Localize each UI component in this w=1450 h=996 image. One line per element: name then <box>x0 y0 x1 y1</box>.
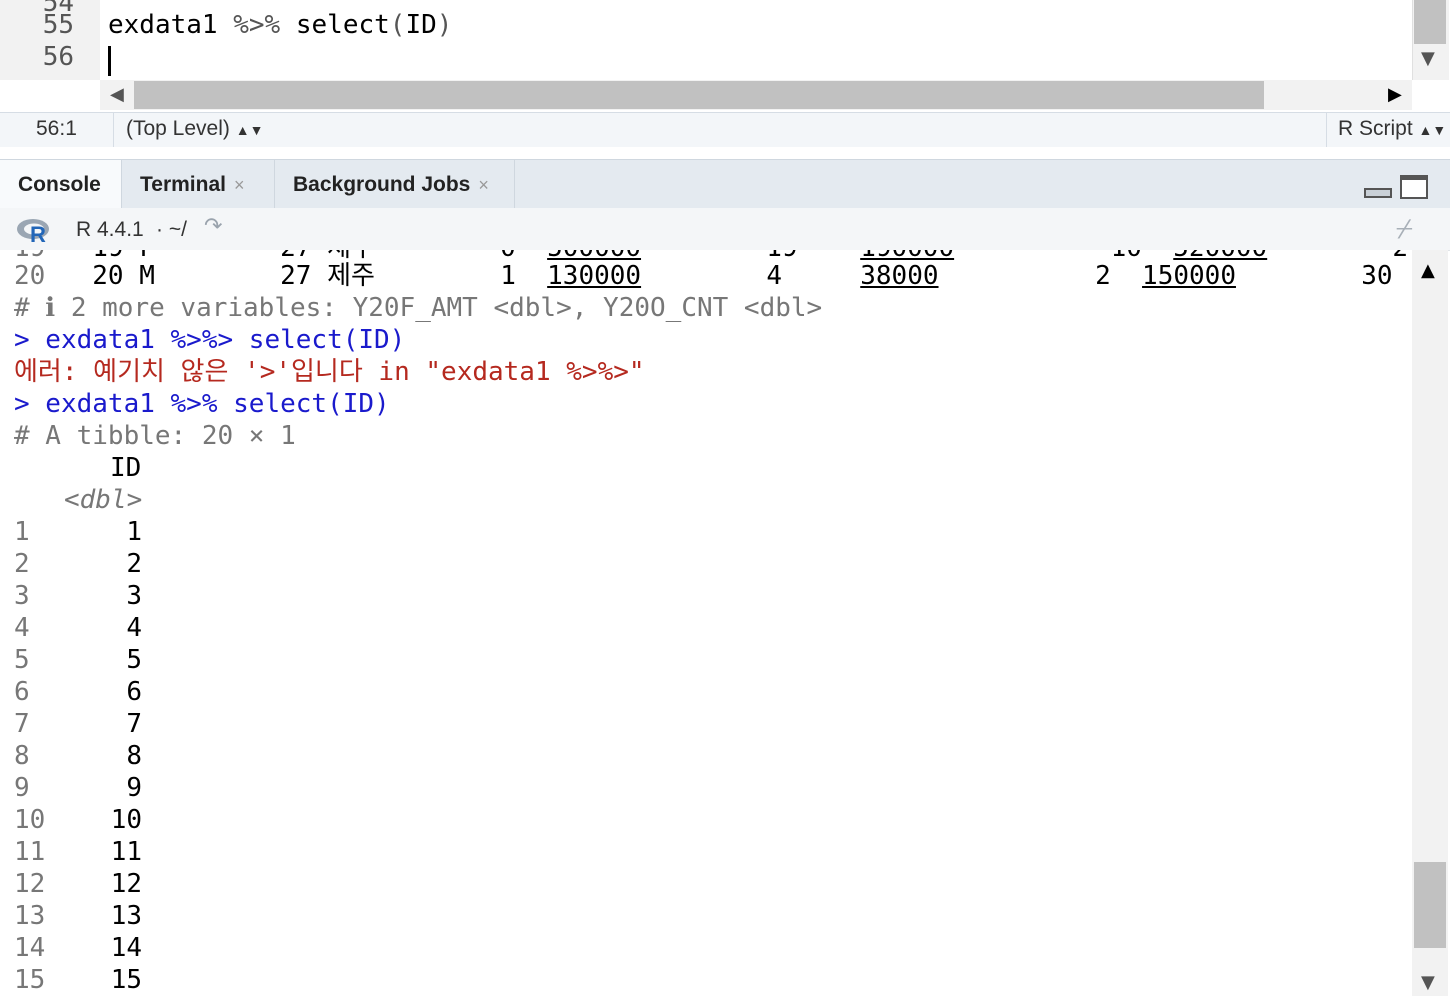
tab-terminal[interactable]: Terminal × <box>122 160 275 208</box>
tab-label: Terminal <box>140 173 226 196</box>
scroll-up-arrow-icon[interactable]: ▲ <box>1421 260 1435 281</box>
console-error: 에러: 예기치 않은 '>'입니다 in "exdata1 %>%>" <box>14 357 645 387</box>
filetype-selector[interactable]: R Script ▲▼ <box>1338 117 1446 141</box>
scroll-down-arrow-icon[interactable]: ▼ <box>1421 972 1435 993</box>
divider <box>113 113 114 147</box>
r-logo-icon: R <box>17 219 49 244</box>
row-value: 1 <box>126 517 142 547</box>
clear-console-broom-icon[interactable]: ⌿ <box>1396 212 1413 246</box>
row-value: 2 <box>126 549 142 579</box>
scope-label: (Top Level) <box>126 117 230 140</box>
editor-status-bar: 56:1 (Top Level) ▲▼ R Script ▲▼ <box>0 112 1450 148</box>
code-argument: ID <box>405 10 437 40</box>
row-value: 7 <box>126 709 142 739</box>
row-value: 4 <box>126 613 142 643</box>
code-line-55[interactable]: exdata1 %>% select(ID) <box>108 10 452 40</box>
updown-arrows-icon: ▲▼ <box>1418 122 1447 138</box>
row-value: 11 <box>110 837 142 867</box>
row-value: 10 <box>110 805 142 835</box>
code-paren: ) <box>436 10 453 40</box>
scroll-left-arrow-icon[interactable]: ◀ <box>110 84 124 105</box>
console-command: > exdata1 %>% select(ID) <box>14 389 390 419</box>
minimize-pane-icon[interactable] <box>1364 188 1392 198</box>
code-object: exdata1 <box>108 10 218 40</box>
close-tab-icon[interactable]: × <box>478 175 489 195</box>
working-directory[interactable]: · ~/ <box>156 218 187 242</box>
console-toolbar: R R 4.4.1 · ~/ ↷ ⌿ <box>0 208 1450 251</box>
row-value: 6 <box>126 677 142 707</box>
filetype-label: R Script <box>1338 117 1413 140</box>
text-cursor <box>108 46 111 76</box>
column-type: <dbl> <box>64 485 143 515</box>
row-value: 3 <box>126 581 142 611</box>
scope-selector[interactable]: (Top Level) ▲▼ <box>126 117 263 141</box>
cursor-position: 56:1 <box>36 117 77 140</box>
svg-text:R: R <box>30 222 46 244</box>
column-name: ID <box>110 453 142 483</box>
row-value: 9 <box>126 773 142 803</box>
editor-vertical-scroll-thumb[interactable] <box>1414 0 1446 44</box>
r-version: R 4.4.1 <box>76 218 144 241</box>
line-number: 56 <box>42 42 74 72</box>
tab-background-jobs[interactable]: Background Jobs × <box>275 160 515 208</box>
row-value: 14 <box>110 933 142 963</box>
source-editor[interactable]: 54 55 56 exdata1 %>% select(ID) ▼ ◀ ▶ <box>0 0 1450 112</box>
tab-console[interactable]: Console <box>0 160 122 208</box>
tab-label: Background Jobs <box>293 173 471 196</box>
tibble-header: # A tibble: 20 × 1 <box>14 421 296 451</box>
line-number-gutter: 54 55 56 <box>0 0 100 80</box>
console-command: > exdata1 %>%> select(ID) <box>14 325 406 355</box>
console-vertical-scroll-thumb[interactable] <box>1414 862 1446 948</box>
scroll-right-arrow-icon[interactable]: ▶ <box>1388 84 1402 105</box>
code-pipe-operator: %>% <box>233 10 281 40</box>
console-output[interactable]: 19 19 F 27 제주 0 500000 19 190000 10 5200… <box>0 250 1412 996</box>
pane-splitter[interactable] <box>0 147 1450 159</box>
tab-label: Console <box>18 173 101 196</box>
maximize-pane-icon[interactable] <box>1400 175 1428 199</box>
row-value: 8 <box>126 741 142 771</box>
line-number: 55 <box>42 10 74 40</box>
go-to-directory-icon[interactable]: ↷ <box>204 214 222 239</box>
console-pane-tabbar: Console Terminal × Background Jobs × <box>0 159 1450 209</box>
code-function: select <box>295 10 390 40</box>
table-row: 20 20 M 27 제주 1 130000 4 38000 2 150000 … <box>14 261 1393 291</box>
row-value: 12 <box>110 869 142 899</box>
updown-arrows-icon: ▲▼ <box>235 122 264 138</box>
row-value: 13 <box>110 901 142 931</box>
editor-horizontal-scroll-thumb[interactable] <box>134 81 1264 109</box>
more-variables-note: # ℹ 2 more variables: Y20F_AMT <dbl>, Y2… <box>14 293 823 323</box>
row-value: 5 <box>126 645 142 675</box>
code-paren: ( <box>389 10 406 40</box>
row-value: 15 <box>110 965 142 995</box>
close-tab-icon[interactable]: × <box>234 175 245 195</box>
divider <box>1326 113 1327 147</box>
scroll-down-arrow-icon[interactable]: ▼ <box>1421 48 1435 69</box>
